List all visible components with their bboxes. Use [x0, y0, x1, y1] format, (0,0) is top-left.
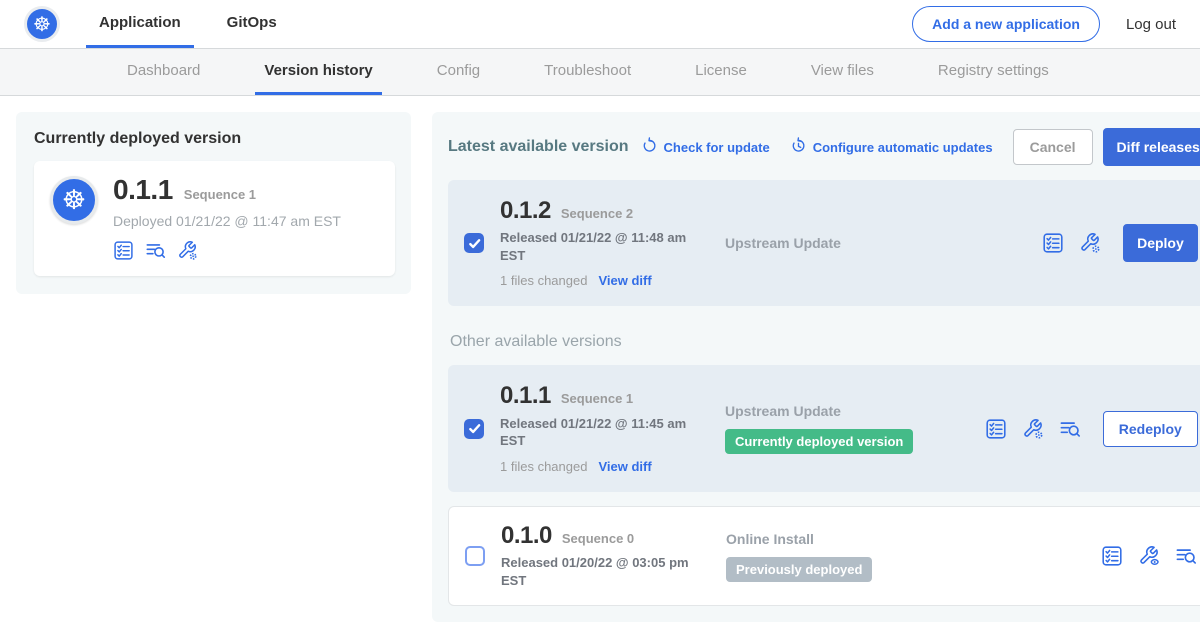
- kubernetes-logo-icon: ☸: [24, 6, 60, 42]
- version-number: 0.1.0: [501, 523, 552, 549]
- version-number: 0.1.2: [500, 198, 551, 224]
- checklist-icon[interactable]: [113, 240, 134, 261]
- checklist-icon[interactable]: [985, 418, 1007, 440]
- released-timestamp: Released 01/20/22 @ 03:05 pm EST: [501, 554, 701, 589]
- tab-troubleshoot[interactable]: Troubleshoot: [535, 49, 640, 95]
- latest-available-panel: Latest available version Check for updat…: [432, 112, 1200, 622]
- refresh-icon: [641, 137, 658, 157]
- deploy-button[interactable]: Deploy: [1123, 224, 1198, 262]
- check-for-update-link[interactable]: Check for update: [641, 137, 770, 157]
- diff-releases-button[interactable]: Diff releases: [1103, 128, 1200, 166]
- clock-arrow-icon: [790, 137, 807, 157]
- primary-tabs: Application GitOps: [86, 0, 310, 48]
- sequence-label: Sequence 1: [561, 391, 633, 406]
- configure-automatic-updates-link[interactable]: Configure automatic updates: [790, 137, 993, 157]
- other-versions-title: Other available versions: [450, 333, 1200, 351]
- version-checkbox[interactable]: [464, 419, 484, 439]
- checklist-icon[interactable]: [1042, 232, 1064, 254]
- latest-panel-title: Latest available version: [448, 138, 629, 156]
- version-row: 0.1.2 Sequence 2 Released 01/21/22 @ 11:…: [448, 180, 1200, 306]
- main-content: Currently deployed version ☸ 0.1.1 Seque…: [0, 96, 1200, 622]
- logout-button[interactable]: Log out: [1126, 16, 1176, 33]
- version-row: 0.1.0 Sequence 0 Released 01/20/22 @ 03:…: [448, 506, 1200, 606]
- tab-view-files[interactable]: View files: [802, 49, 883, 95]
- version-checkbox[interactable]: [464, 233, 484, 253]
- nav-tab-gitops[interactable]: GitOps: [214, 0, 290, 48]
- nav-tab-application[interactable]: Application: [86, 0, 194, 48]
- version-number: 0.1.1: [500, 383, 551, 409]
- kubernetes-app-icon: ☸: [50, 176, 98, 224]
- version-source-label: Upstream Update: [725, 235, 1042, 251]
- released-timestamp: Released 01/21/22 @ 11:45 am EST: [500, 415, 700, 450]
- deployed-panel-title: Currently deployed version: [34, 130, 395, 148]
- deployed-version-card: ☸ 0.1.1 Sequence 1 Deployed 01/21/22 @ 1…: [34, 161, 395, 276]
- deployed-version-number: 0.1.1: [113, 176, 173, 204]
- logs-magnifier-icon[interactable]: [1175, 545, 1197, 567]
- released-timestamp: Released 01/21/22 @ 11:48 am EST: [500, 229, 700, 264]
- wrench-gear-icon[interactable]: [1079, 232, 1101, 254]
- version-source-label: Online Install: [726, 531, 1101, 547]
- redeploy-button[interactable]: Redeploy: [1103, 411, 1198, 447]
- currently-deployed-badge: Currently deployed version: [725, 429, 913, 454]
- top-nav: ☸ Application GitOps Add a new applicati…: [0, 0, 1200, 48]
- version-row: 0.1.1 Sequence 1 Released 01/21/22 @ 11:…: [448, 365, 1200, 491]
- files-changed-label: 1 files changed: [500, 273, 587, 288]
- version-checkbox[interactable]: [465, 546, 485, 566]
- wrench-gear-icon[interactable]: [177, 240, 198, 261]
- wrench-gear-icon[interactable]: [1022, 418, 1044, 440]
- tab-config[interactable]: Config: [428, 49, 489, 95]
- wrench-eye-icon[interactable]: [1138, 545, 1160, 567]
- deployed-timestamp: Deployed 01/21/22 @ 11:47 am EST: [113, 213, 341, 229]
- tab-registry-settings[interactable]: Registry settings: [929, 49, 1058, 95]
- logs-magnifier-icon[interactable]: [1059, 418, 1081, 440]
- sequence-label: Sequence 2: [561, 206, 633, 221]
- add-application-button[interactable]: Add a new application: [912, 6, 1100, 42]
- logs-magnifier-icon[interactable]: [145, 240, 166, 261]
- tab-license[interactable]: License: [686, 49, 756, 95]
- deployed-sequence-label: Sequence 1: [184, 187, 256, 202]
- sequence-label: Sequence 0: [562, 531, 634, 546]
- files-changed-label: 1 files changed: [500, 459, 587, 474]
- currently-deployed-panel: Currently deployed version ☸ 0.1.1 Seque…: [16, 112, 411, 294]
- tab-version-history[interactable]: Version history: [255, 49, 381, 95]
- tab-dashboard[interactable]: Dashboard: [118, 49, 209, 95]
- cancel-button[interactable]: Cancel: [1013, 129, 1093, 165]
- app-sub-nav: Dashboard Version history Config Trouble…: [0, 48, 1200, 96]
- checklist-icon[interactable]: [1101, 545, 1123, 567]
- previously-deployed-badge: Previously deployed: [726, 557, 872, 582]
- view-diff-link[interactable]: View diff: [598, 459, 651, 474]
- view-diff-link[interactable]: View diff: [598, 273, 651, 288]
- version-source-label: Upstream Update: [725, 403, 985, 419]
